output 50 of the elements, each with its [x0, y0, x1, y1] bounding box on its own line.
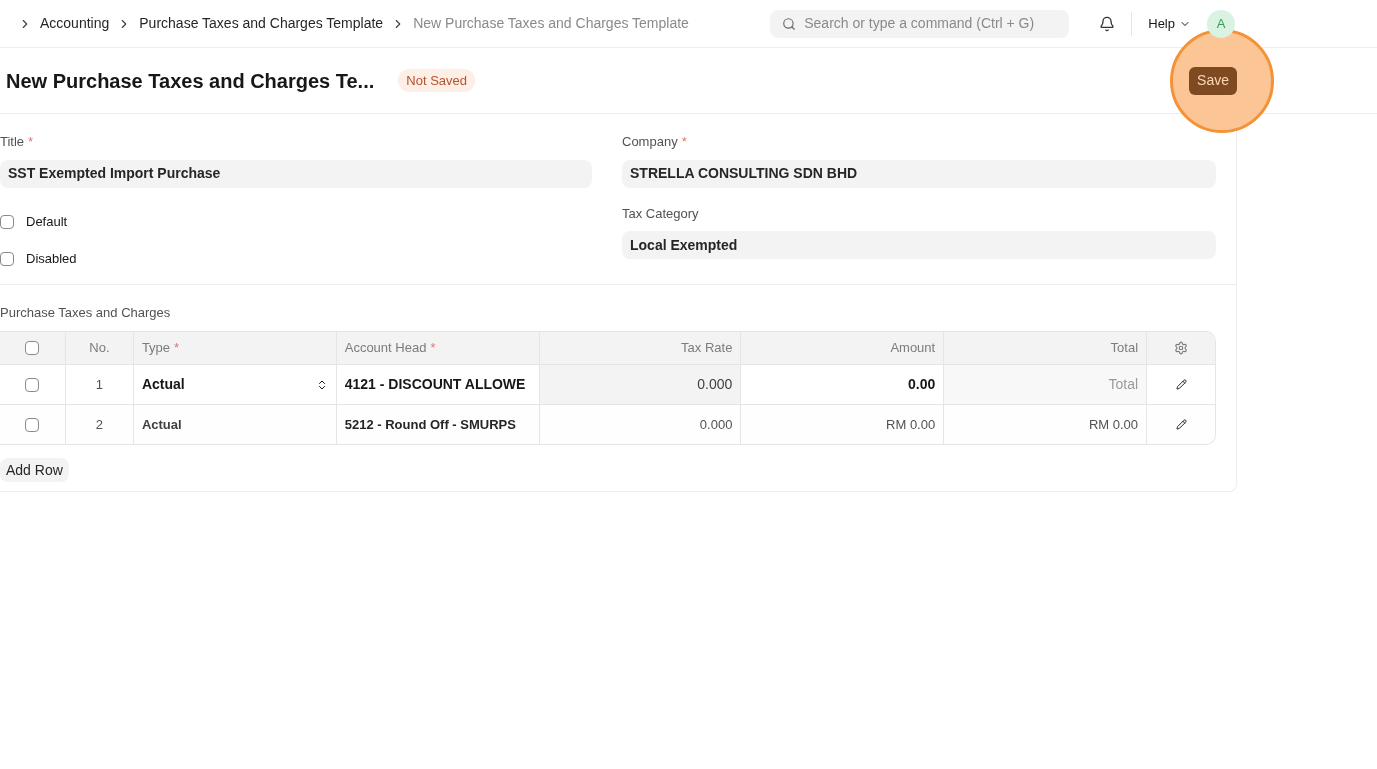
save-button[interactable]: Save [1189, 66, 1237, 95]
checkbox[interactable] [0, 252, 14, 266]
column-header: Amount [890, 339, 936, 358]
breadcrumb-link[interactable]: New Purchase Taxes and Charges Template [413, 13, 689, 34]
column-header: Type [141, 339, 171, 358]
table-cell: RM 0.00 [741, 405, 945, 444]
required-mark: * [681, 134, 687, 149]
field-label: Company [622, 134, 678, 149]
add-row-button[interactable]: Add Row [0, 458, 69, 482]
checkbox-label: Default [26, 213, 68, 232]
table-cell: 0.000 [539, 405, 742, 444]
edit-icon[interactable] [1175, 419, 1187, 430]
search-field[interactable]: Search or type a command (Ctrl + G) [770, 9, 1070, 38]
notification-bell-icon[interactable] [1099, 15, 1116, 32]
search-input[interactable]: Search or type a command (Ctrl + G) [804, 13, 1058, 34]
input-field[interactable]: Local Exempted [622, 231, 1216, 259]
table-cell: Actual [133, 405, 337, 444]
help-menu[interactable]: Help [1148, 13, 1191, 34]
section-label: Purchase Taxes and Charges [0, 303, 172, 322]
checkbox[interactable] [25, 377, 40, 392]
page-title: New Purchase Taxes and Charges Te... [6, 68, 375, 94]
required-mark: * [28, 134, 34, 149]
column-header: Total [1110, 339, 1139, 358]
search-icon [782, 16, 797, 31]
status-badge: Not Saved [398, 68, 475, 93]
table-row[interactable]: 2 Actual 5212 - Round Off - SMURPS 0.000 RM 0.00 RM 0.00 [0, 404, 1215, 444]
required-mark: * [174, 339, 180, 358]
total-input[interactable]: Total [952, 374, 1139, 395]
tax-rate-input[interactable]: 0.000 [539, 365, 742, 404]
breadcrumb-link[interactable]: Accounting [40, 13, 110, 34]
required-mark: * [430, 339, 436, 358]
field-label: Tax Category [622, 205, 699, 221]
edit-icon[interactable] [1175, 379, 1187, 390]
checkbox[interactable] [0, 215, 14, 229]
row-number: 2 [65, 405, 134, 444]
column-header: Tax Rate [681, 339, 733, 358]
field-label: Title [0, 134, 25, 149]
checkbox-label: Disabled [26, 250, 77, 269]
table-row[interactable]: 1 Actual 4121 - DISCOUNT ALLOWE 0.000 0.00 Total [0, 364, 1215, 404]
input-field[interactable]: SST Exempted Import Purchase [0, 159, 592, 188]
table-cell: 5212 - Round Off - SMURPS [336, 405, 540, 444]
checkbox[interactable] [25, 341, 40, 355]
settings-icon[interactable] [1174, 341, 1188, 355]
breadcrumb-link[interactable]: Purchase Taxes and Charges Template [139, 13, 384, 34]
total-field[interactable]: Total [944, 365, 1148, 404]
column-header: No. [89, 339, 110, 358]
checkbox[interactable] [25, 417, 40, 432]
column-header: Account Head [344, 339, 427, 358]
table-cell: RM 0.00 [944, 405, 1148, 444]
input-field[interactable]: STRELLA CONSULTING SDN BHD [622, 159, 1216, 188]
